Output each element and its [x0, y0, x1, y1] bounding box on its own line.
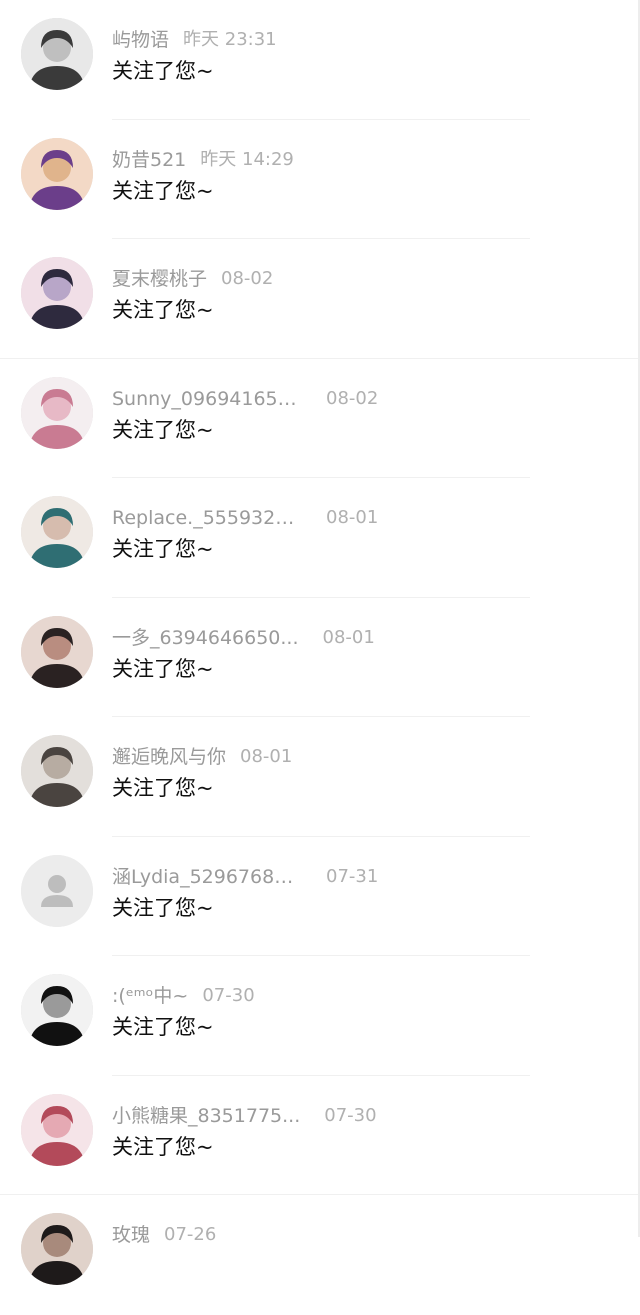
avatar[interactable] — [21, 257, 93, 329]
notification-message: 关注了您~ — [112, 776, 214, 800]
timestamp: 07-30 — [202, 985, 255, 1006]
notification-meta: 奶昔521 昨天 14:29 — [112, 147, 294, 173]
avatar-image — [21, 615, 93, 688]
notification-meta: 夏末樱桃子 08-02 — [112, 266, 273, 292]
avatar-image — [21, 496, 93, 568]
user-name[interactable]: 小熊糖果_8351775... — [112, 1103, 300, 1129]
user-name[interactable]: 屿物语 — [112, 27, 169, 53]
notification-item[interactable]: 邂逅晚风与你 08-01 关注了您~ — [0, 717, 640, 837]
avatar[interactable] — [21, 18, 93, 90]
timestamp: 08-01 — [326, 507, 379, 528]
notification-item[interactable]: 涵Lydia_52967680... 07-31 关注了您~ — [0, 837, 640, 956]
notification-item[interactable]: 一多_6394646650... 08-01 关注了您~ — [0, 598, 640, 717]
notification-message: 关注了您~ — [112, 1134, 214, 1159]
notification-message: 关注了您~ — [112, 656, 214, 681]
timestamp: 08-02 — [221, 268, 274, 289]
avatar[interactable] — [21, 1213, 93, 1285]
notification-meta: Sunny_096941653... 08-02 — [112, 386, 378, 412]
notification-meta: 玫瑰 07-26 — [112, 1222, 216, 1248]
user-name[interactable]: 奶昔521 — [112, 147, 186, 173]
user-name[interactable]: :(ᵉᵐᵒ中~ — [112, 983, 188, 1009]
notification-meta: Replace._5559323... 08-01 — [112, 505, 378, 531]
user-name[interactable]: 一多_6394646650... — [112, 625, 299, 651]
notification-meta: 邂逅晚风与你 08-01 — [112, 744, 292, 770]
avatar-image — [21, 137, 93, 210]
notification-item[interactable]: 奶昔521 昨天 14:29 关注了您~ — [0, 120, 640, 239]
avatar-image — [21, 257, 93, 329]
timestamp: 08-01 — [240, 746, 293, 767]
avatar-image — [21, 974, 93, 1046]
notification-list: 屿物语 昨天 23:31 关注了您~ 奶昔521 昨天 14:29 关注了您~ 夏末… — [0, 0, 640, 1315]
notification-message: 关注了您~ — [112, 298, 214, 322]
notification-item[interactable]: 玫瑰 07-26 — [0, 1195, 640, 1315]
avatar[interactable] — [21, 615, 93, 688]
avatar[interactable] — [21, 1093, 93, 1166]
timestamp: 07-26 — [164, 1224, 217, 1245]
timestamp: 昨天 14:29 — [200, 148, 294, 170]
notification-message: 关注了您~ — [112, 178, 214, 203]
notification-message: 关注了您~ — [112, 59, 214, 83]
notification-item[interactable]: 屿物语 昨天 23:31 关注了您~ — [0, 0, 640, 120]
notification-message: 关注了您~ — [112, 1015, 214, 1039]
timestamp: 07-30 — [324, 1104, 377, 1126]
notification-meta: 小熊糖果_8351775... 07-30 — [112, 1103, 377, 1129]
notification-meta: 一多_6394646650... 08-01 — [112, 625, 375, 651]
avatar-image — [21, 735, 93, 807]
notification-item[interactable]: Replace._5559323... 08-01 关注了您~ — [0, 478, 640, 598]
timestamp: 08-02 — [326, 387, 379, 409]
avatar[interactable] — [21, 735, 93, 807]
user-name[interactable]: 涵Lydia_52967680... — [112, 864, 302, 890]
user-name[interactable]: Sunny_096941653... — [112, 386, 302, 412]
timestamp: 08-01 — [322, 626, 375, 648]
avatar-image — [21, 376, 93, 449]
avatar-image — [21, 18, 93, 90]
timestamp: 昨天 23:31 — [183, 29, 277, 50]
timestamp: 07-31 — [326, 865, 379, 887]
notification-meta: :(ᵉᵐᵒ中~ 07-30 — [112, 983, 255, 1009]
notification-message: 关注了您~ — [112, 537, 214, 561]
notification-item[interactable]: Sunny_096941653... 08-02 关注了您~ — [0, 359, 640, 478]
notification-item[interactable]: :(ᵉᵐᵒ中~ 07-30 关注了您~ — [0, 956, 640, 1076]
user-name[interactable]: 邂逅晚风与你 — [112, 744, 226, 770]
notification-message: 关注了您~ — [112, 895, 214, 920]
avatar[interactable] — [21, 376, 93, 449]
avatar[interactable] — [21, 496, 93, 568]
default-user-icon — [21, 854, 93, 927]
avatar-image — [21, 1093, 93, 1166]
avatar-image — [21, 1213, 93, 1285]
notification-meta: 涵Lydia_52967680... 07-31 — [112, 864, 378, 890]
notification-item[interactable]: 小熊糖果_8351775... 07-30 关注了您~ — [0, 1076, 640, 1195]
notification-meta: 屿物语 昨天 23:31 — [112, 27, 277, 53]
user-name[interactable]: Replace._5559323... — [112, 505, 302, 531]
notification-item[interactable]: 夏末樱桃子 08-02 关注了您~ — [0, 239, 640, 359]
avatar[interactable] — [21, 137, 93, 210]
avatar[interactable] — [21, 974, 93, 1046]
user-name[interactable]: 夏末樱桃子 — [112, 266, 207, 292]
notification-message: 关注了您~ — [112, 417, 214, 442]
avatar[interactable] — [21, 854, 93, 927]
user-name[interactable]: 玫瑰 — [112, 1222, 150, 1248]
